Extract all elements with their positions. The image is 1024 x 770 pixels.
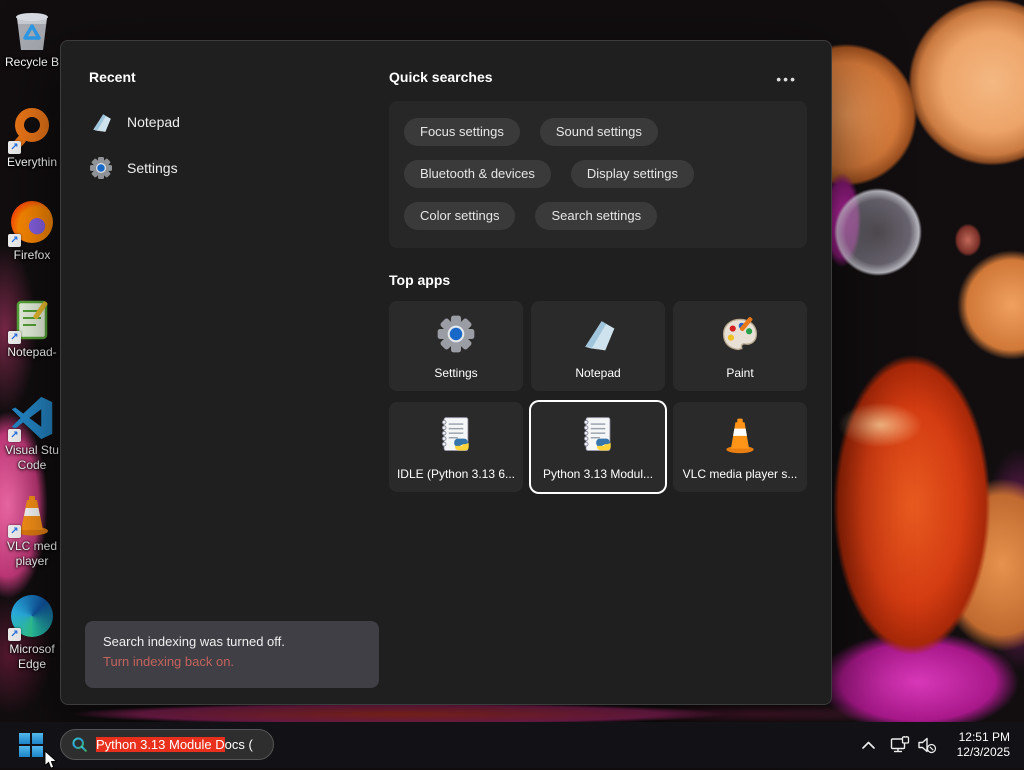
paint-palette-icon bbox=[720, 314, 760, 354]
tray-chevron-up-icon[interactable] bbox=[856, 722, 880, 768]
top-app-label: Paint bbox=[673, 366, 807, 380]
tray-network-icon[interactable] bbox=[886, 722, 914, 768]
quick-searches-title: Quick searches bbox=[389, 69, 493, 85]
taskbar: Python 3.13 Module Docs ( 12:51 PM 12/3/… bbox=[0, 722, 1024, 768]
gear-icon bbox=[89, 156, 113, 180]
quick-search-pill[interactable]: Bluetooth & devices bbox=[404, 160, 551, 188]
vlc-cone-icon bbox=[720, 415, 760, 455]
quick-search-pill[interactable]: Sound settings bbox=[540, 118, 658, 146]
desktop-icon-label: VLC med bbox=[1, 539, 63, 554]
recent-item-label: Settings bbox=[127, 160, 178, 176]
mouse-cursor bbox=[44, 751, 61, 770]
notepad-icon bbox=[89, 110, 113, 134]
top-apps-title: Top apps bbox=[389, 272, 450, 288]
taskbar-search-input[interactable]: Python 3.13 Module Docs ( bbox=[60, 729, 274, 760]
quick-searches-card: Focus settings Sound settings Bluetooth … bbox=[389, 101, 807, 248]
desktop-icon-label: Recycle B bbox=[1, 55, 63, 70]
quick-search-pill[interactable]: Search settings bbox=[535, 202, 657, 230]
recycle-bin-icon bbox=[10, 8, 54, 52]
vlc-cone-icon: ↗ bbox=[10, 492, 54, 536]
search-query-highlight: Python 3.13 Module D bbox=[96, 737, 225, 752]
top-app-tile-settings[interactable]: Settings bbox=[389, 301, 523, 391]
top-app-tile-python-module-docs[interactable]: Python 3.13 Modul... bbox=[531, 402, 665, 492]
taskbar-clock[interactable]: 12:51 PM 12/3/2025 bbox=[946, 730, 1010, 760]
search-query-rest: ocs ( bbox=[225, 737, 253, 752]
desktop-icon-everything[interactable]: ↗ Everythin bbox=[1, 104, 63, 170]
recent-item-label: Notepad bbox=[127, 114, 180, 130]
desktop-icon-label: player bbox=[1, 554, 63, 569]
start-button[interactable] bbox=[16, 731, 46, 759]
more-options-icon[interactable]: ••• bbox=[776, 71, 797, 87]
recent-section-title: Recent bbox=[89, 69, 136, 85]
shortcut-arrow-icon: ↗ bbox=[8, 628, 21, 641]
quick-search-pill[interactable]: Display settings bbox=[571, 160, 694, 188]
recent-item-settings[interactable]: Settings bbox=[89, 149, 299, 187]
python-document-icon bbox=[436, 415, 476, 455]
top-app-tile-vlc[interactable]: VLC media player s... bbox=[673, 402, 807, 492]
everything-icon: ↗ bbox=[10, 108, 54, 152]
quick-search-pill[interactable]: Color settings bbox=[404, 202, 515, 230]
top-app-label: Settings bbox=[389, 366, 523, 380]
top-app-tile-paint[interactable]: Paint bbox=[673, 301, 807, 391]
top-app-label: Notepad bbox=[531, 366, 665, 380]
indexing-notice-message: Search indexing was turned off. bbox=[103, 632, 361, 652]
python-document-icon bbox=[578, 415, 618, 455]
search-flyout-panel: Recent Notepad Se bbox=[60, 40, 832, 705]
firefox-icon: ↗ bbox=[10, 201, 54, 245]
desktop-icon-label: Code bbox=[1, 458, 63, 473]
search-query-text: Python 3.13 Module Docs ( bbox=[96, 737, 253, 752]
desktop-icon-label: Visual Stu bbox=[1, 443, 63, 458]
desktop-icon-label: Notepad- bbox=[1, 345, 63, 360]
search-icon bbox=[71, 736, 88, 753]
visual-studio-code-icon: ↗ bbox=[10, 396, 54, 440]
desktop-icon-edge[interactable]: ↗ Microsof Edge bbox=[1, 594, 63, 672]
tray-volume-muted-icon[interactable] bbox=[914, 722, 940, 768]
desktop-icon-recycle-bin[interactable]: Recycle B bbox=[1, 8, 63, 70]
windows-logo-icon bbox=[19, 733, 43, 757]
quick-search-pill[interactable]: Focus settings bbox=[404, 118, 520, 146]
recent-item-notepad[interactable]: Notepad bbox=[89, 103, 299, 141]
indexing-notice: Search indexing was turned off. Turn ind… bbox=[85, 621, 379, 688]
top-app-label: Python 3.13 Modul... bbox=[531, 467, 665, 481]
shortcut-arrow-icon: ↗ bbox=[8, 141, 21, 154]
top-app-label: VLC media player s... bbox=[673, 467, 807, 481]
shortcut-arrow-icon: ↗ bbox=[8, 234, 21, 247]
shortcut-arrow-icon: ↗ bbox=[8, 331, 21, 344]
top-app-label: IDLE (Python 3.13 6... bbox=[389, 467, 523, 481]
top-apps-grid: Settings Notepad bbox=[389, 301, 807, 492]
top-app-tile-idle-python[interactable]: IDLE (Python 3.13 6... bbox=[389, 402, 523, 492]
desktop-icon-label: Microsof bbox=[1, 642, 63, 657]
top-app-tile-notepad[interactable]: Notepad bbox=[531, 301, 665, 391]
desktop-icon-label: Edge bbox=[1, 657, 63, 672]
microsoft-edge-icon: ↗ bbox=[10, 595, 54, 639]
gear-icon bbox=[436, 314, 476, 354]
desktop-icon-label: Firefox bbox=[1, 248, 63, 263]
notepad-plus-plus-icon: ↗ bbox=[10, 298, 54, 342]
desktop-icon-label: Everythin bbox=[1, 155, 63, 170]
shortcut-arrow-icon: ↗ bbox=[8, 525, 21, 538]
desktop-icon-firefox[interactable]: ↗ Firefox bbox=[1, 200, 63, 263]
desktop-icon-notepad-plus-plus[interactable]: ↗ Notepad- bbox=[1, 298, 63, 360]
shortcut-arrow-icon: ↗ bbox=[8, 429, 21, 442]
turn-indexing-on-link[interactable]: Turn indexing back on. bbox=[103, 652, 361, 672]
clock-date: 12/3/2025 bbox=[946, 745, 1010, 760]
notepad-icon bbox=[578, 314, 618, 354]
desktop-icon-vlc[interactable]: ↗ VLC med player bbox=[1, 492, 63, 569]
desktop-icon-visual-studio-code[interactable]: ↗ Visual Stu Code bbox=[1, 396, 63, 473]
clock-time: 12:51 PM bbox=[946, 730, 1010, 745]
